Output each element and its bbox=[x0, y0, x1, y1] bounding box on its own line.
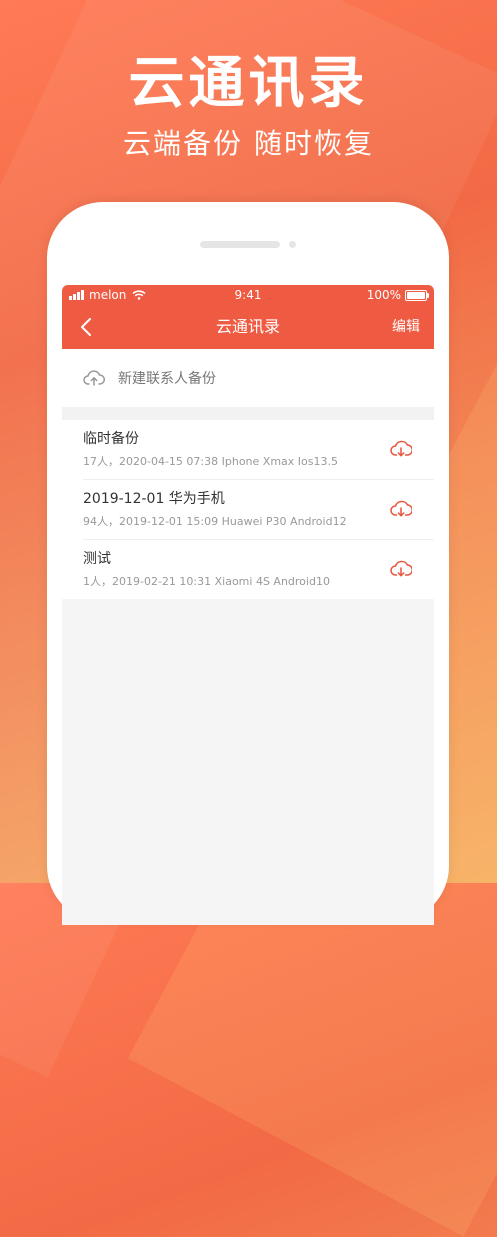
new-backup-label: 新建联系人备份 bbox=[118, 371, 216, 387]
battery-percent: 100% bbox=[366, 288, 401, 302]
app-screen: melon 9:41 100% 云通讯录 编辑 新建联系人备份 临时备份 17人… bbox=[62, 285, 434, 925]
cloud-download-icon[interactable] bbox=[390, 438, 412, 460]
phone-frame: melon 9:41 100% 云通讯录 编辑 新建联系人备份 临时备份 17人… bbox=[47, 202, 449, 925]
battery-icon bbox=[405, 289, 429, 301]
backup-details: 1人，2019-02-21 10:31 Xiaomi 4S Android10 bbox=[83, 575, 330, 588]
cloud-download-icon[interactable] bbox=[390, 498, 412, 520]
edit-button[interactable]: 编辑 bbox=[392, 318, 420, 336]
hero-subtitle: 云端备份 随时恢复 bbox=[123, 127, 374, 160]
backup-title: 2019-12-01 华为手机 bbox=[83, 491, 225, 507]
page-title: 云通讯录 bbox=[215, 317, 280, 336]
section-divider bbox=[62, 407, 434, 420]
backup-title: 临时备份 bbox=[83, 431, 139, 447]
hero-title: 云通讯录 bbox=[128, 51, 369, 116]
backup-row[interactable]: 临时备份 17人，2020-04-15 07:38 Iphone Xmax Io… bbox=[83, 420, 434, 480]
cloud-download-icon[interactable] bbox=[390, 558, 412, 580]
status-right: 100% bbox=[366, 288, 429, 302]
new-backup-button[interactable]: 新建联系人备份 bbox=[62, 349, 434, 407]
nav-bar: 云通讯录 编辑 bbox=[62, 305, 434, 349]
cloud-upload-icon bbox=[83, 370, 105, 386]
backup-list: 临时备份 17人，2020-04-15 07:38 Iphone Xmax Io… bbox=[62, 420, 434, 599]
backup-row[interactable]: 2019-12-01 华为手机 94人，2019-12-01 15:09 Hua… bbox=[83, 480, 434, 540]
backup-details: 17人，2020-04-15 07:38 Iphone Xmax Ios13.5 bbox=[83, 455, 338, 468]
status-bar: melon 9:41 100% bbox=[62, 285, 434, 305]
phone-speaker bbox=[200, 241, 280, 248]
backup-title: 测试 bbox=[83, 551, 111, 567]
backup-details: 94人，2019-12-01 15:09 Huawei P30 Android1… bbox=[83, 515, 347, 528]
phone-camera bbox=[289, 241, 296, 248]
backup-row[interactable]: 测试 1人，2019-02-21 10:31 Xiaomi 4S Android… bbox=[83, 540, 434, 599]
